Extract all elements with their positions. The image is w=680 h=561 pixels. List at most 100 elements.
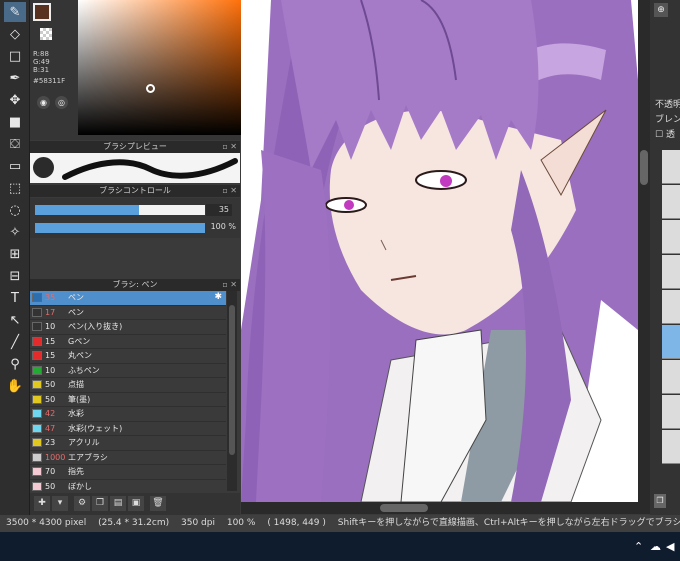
brush-size-label: 10 <box>45 365 56 375</box>
move-tool-icon[interactable]: ✥ <box>4 90 26 110</box>
dot-tool-icon[interactable]: □ <box>4 46 26 66</box>
canvas-horizontal-scrollbar[interactable] <box>241 502 638 514</box>
select-rect-tool-icon[interactable]: ⬚ <box>4 178 26 198</box>
brush-control-title: ブラシコントロール <box>99 186 171 195</box>
layer-row[interactable] <box>662 185 680 219</box>
canvas-vertical-scrollbar[interactable] <box>638 0 650 514</box>
layer-blend-label: ブレンド <box>655 115 680 125</box>
canvas-size: 3500 * 4300 pixel <box>6 518 87 528</box>
brush-size-label: 15 <box>45 351 56 361</box>
protect-checkbox[interactable]: ☐ <box>655 130 666 140</box>
tool-bar: ✎ ◇ □ ✒ ✥ ■ ⛋ ▭ ⬚ ◌ ✧ ⊞ ⊟ T ↖ ╱ ⚲ ✋ <box>0 0 30 515</box>
panel-float-icon[interactable]: ▫ ✕ <box>222 185 237 197</box>
brush-size-slider[interactable] <box>35 205 205 215</box>
brush-list-item[interactable]: 23 アクリル <box>30 436 226 451</box>
bucket-tool-icon[interactable]: ⛋ <box>4 134 26 154</box>
layer-row[interactable] <box>662 150 680 184</box>
duplicate-icon[interactable]: ▣ <box>128 496 144 511</box>
text-tool-icon[interactable]: T <box>4 288 26 308</box>
brush-color-swatch <box>32 409 42 419</box>
add-brush-icon[interactable]: ✚ <box>34 496 50 511</box>
brush-name-label: 点描 <box>68 380 84 390</box>
vertical-scroll-thumb[interactable] <box>640 150 648 185</box>
drawing-canvas[interactable] <box>241 0 638 502</box>
transparent-color-swatch[interactable] <box>40 28 52 40</box>
brush-color-swatch <box>32 394 42 404</box>
zoom-level: 100 % <box>226 518 256 528</box>
layer-row[interactable] <box>662 395 680 429</box>
color-picker-marker[interactable] <box>146 84 155 93</box>
fill-rect-tool-icon[interactable]: ■ <box>4 112 26 132</box>
brush-gear-icon[interactable]: ✱ <box>214 292 222 302</box>
brush-list-item[interactable]: 15 Gペン <box>30 335 226 349</box>
brush-list-item[interactable]: 70 指先 <box>30 465 226 480</box>
brush-color-swatch <box>32 467 42 477</box>
brush-size-label: 47 <box>45 423 56 433</box>
hand-tool-icon[interactable]: ✋ <box>4 376 26 396</box>
brush-list-item[interactable]: 17 ペン <box>30 306 226 320</box>
layer-row[interactable] <box>662 220 680 254</box>
brush-list-item[interactable]: 42 水彩 <box>30 407 226 422</box>
brush-preview-area <box>30 153 240 183</box>
eraser-tool-icon[interactable]: ◇ <box>4 24 26 44</box>
panel-float-icon[interactable]: ▫ ✕ <box>222 141 237 153</box>
brush-list-item[interactable]: 47 水彩(ウェット) <box>30 422 226 436</box>
brush-list-item[interactable]: 50 ぼかし <box>30 480 226 492</box>
folder-icon[interactable]: ▤ <box>110 496 126 511</box>
operation-tool-icon[interactable]: ↖ <box>4 310 26 330</box>
magic-wand-tool-icon[interactable]: ✧ <box>4 222 26 242</box>
copy-brush-icon[interactable]: ❐ <box>92 496 108 511</box>
layer-protect-label: ☐ 透 <box>655 130 675 140</box>
brush-name-label: ふちペン <box>68 365 100 375</box>
brush-list-item[interactable]: 10 ペン(入り抜き) <box>30 320 226 335</box>
layer-row[interactable] <box>662 360 680 394</box>
brush-name-label: 丸ペン <box>68 351 92 361</box>
brush-color-swatch <box>32 351 42 361</box>
palette-icon[interactable]: ◉ <box>37 96 50 109</box>
brush-size-value[interactable]: 35 <box>206 204 232 216</box>
brush-list-item[interactable]: 1000 エアブラシ <box>30 451 226 465</box>
brush-tool-icon[interactable]: ✎ <box>4 2 26 22</box>
brush-color-swatch <box>32 336 42 346</box>
red-value: R:88 <box>33 50 49 58</box>
brush-settings-icon[interactable]: ⚙ <box>74 496 90 511</box>
brush-list-scroll-thumb[interactable] <box>229 305 235 455</box>
saturation-value-picker[interactable] <box>78 0 248 135</box>
status-bar: 3500 * 4300 pixel (25.4 * 31.2cm) 350 dp… <box>0 515 680 532</box>
brush-list-item[interactable]: 10 ふちペン <box>30 364 226 378</box>
speaker-icon[interactable]: ◀ <box>666 540 674 553</box>
brush-color-swatch <box>32 423 42 433</box>
divide-tool-icon[interactable]: ╱ <box>4 332 26 352</box>
gradient-tool-icon[interactable]: ▭ <box>4 156 26 176</box>
brush-size-label: 50 <box>45 481 56 491</box>
horizontal-scroll-thumb[interactable] <box>380 504 428 512</box>
brush-color-swatch <box>32 452 42 462</box>
brush-name-label: エアブラシ <box>68 452 108 462</box>
new-layer-icon[interactable]: ❐ <box>654 494 666 508</box>
foreground-color-swatch[interactable] <box>33 3 51 21</box>
panel-float-icon[interactable]: ▫ ✕ <box>222 279 237 291</box>
layer-row-selected[interactable] <box>662 325 680 359</box>
add-brush-menu-icon[interactable]: ▾ <box>52 496 68 511</box>
chevron-up-icon[interactable]: ⌃ <box>634 540 643 553</box>
select-eraser-tool-icon[interactable]: ⊟ <box>4 266 26 286</box>
layer-row[interactable] <box>662 255 680 289</box>
eyedropper-tool-icon[interactable]: ⚲ <box>4 354 26 374</box>
brush-list-item[interactable]: 15 丸ペン <box>30 349 226 364</box>
pen-tool-icon[interactable]: ✒ <box>4 68 26 88</box>
select-pen-tool-icon[interactable]: ⊞ <box>4 244 26 264</box>
color-wheel-icon[interactable]: ◎ <box>55 96 68 109</box>
brush-opacity-slider[interactable] <box>35 223 205 233</box>
layer-row[interactable] <box>662 290 680 324</box>
brush-size-label: 70 <box>45 467 56 477</box>
layer-row[interactable] <box>662 430 680 464</box>
brush-list-item[interactable]: 50 筆(墨) <box>30 393 226 407</box>
status-hint: Shiftキーを押しながらで直線描画、Ctrl+Altキーを押しながら左右ドラッ… <box>337 518 680 528</box>
brush-opacity-fill <box>35 223 205 233</box>
lasso-tool-icon[interactable]: ◌ <box>4 200 26 220</box>
brush-list-item[interactable]: 50 点描 <box>30 378 226 393</box>
zoom-icon[interactable]: ⊕ <box>654 3 668 17</box>
brush-list-item[interactable]: 35 ペン ✱ <box>30 291 226 306</box>
delete-brush-icon[interactable]: 🗑 <box>150 496 166 511</box>
cloud-icon[interactable]: ☁ <box>650 540 661 553</box>
